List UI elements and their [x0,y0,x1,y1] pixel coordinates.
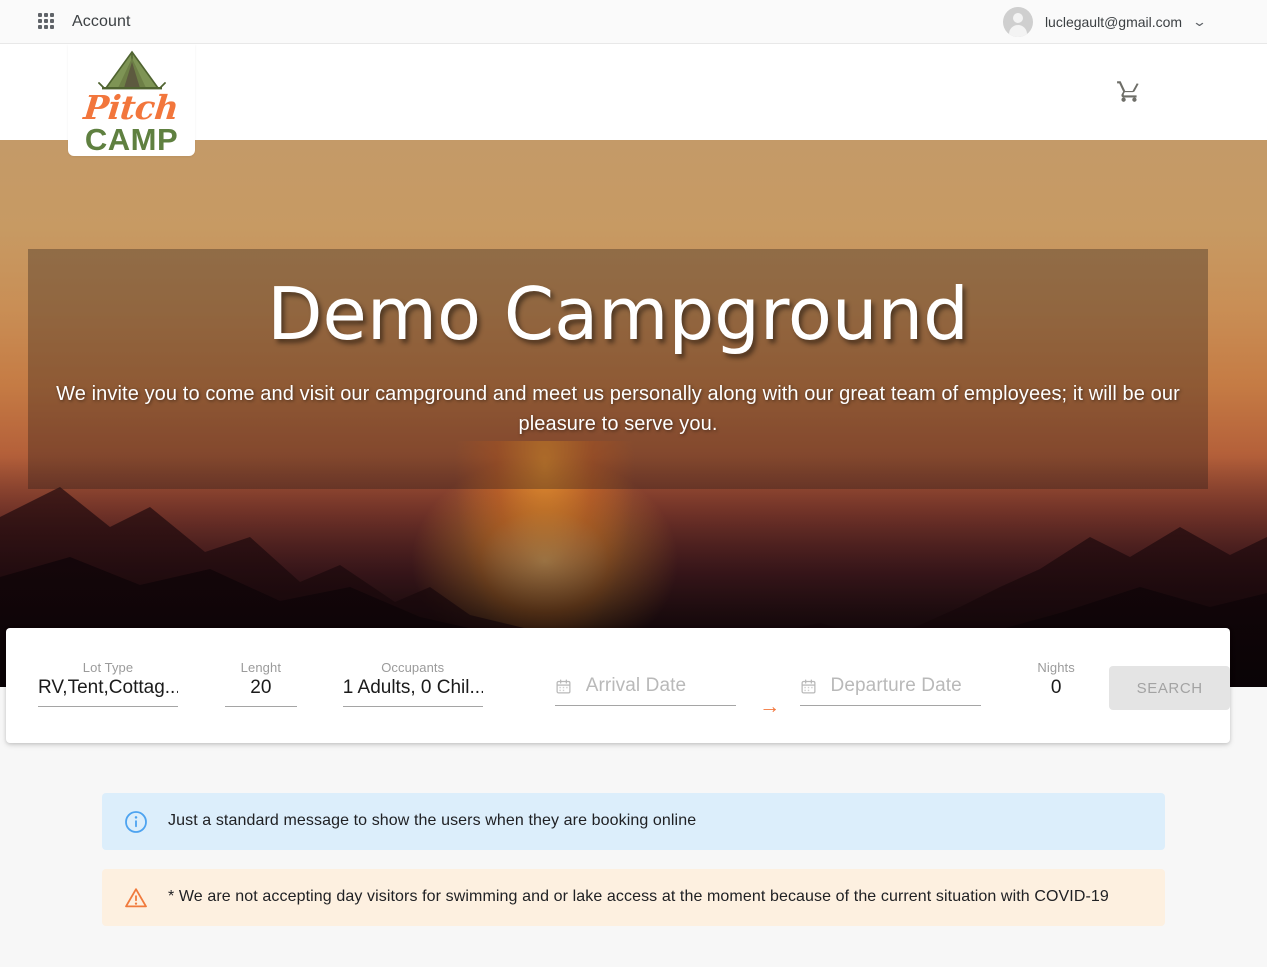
length-underline [225,706,297,707]
hero-text-panel: Demo Campground We invite you to come an… [28,249,1208,489]
hero-banner: Demo Campground We invite you to come an… [0,140,1267,687]
account-label[interactable]: Account [72,13,131,31]
browser-account-topbar: Account luclegault@gmail.com ⌄ [0,0,1267,44]
nights-field: Nights 0 [1025,660,1087,706]
arrival-date-placeholder[interactable]: Arrival Date [586,675,686,697]
lot-type-value[interactable]: RV,Tent,Cottag... [38,677,178,706]
lot-type-field[interactable]: Lot Type RV,Tent,Cottag... [38,660,178,707]
arrival-date-field[interactable]: Arrival Date [554,675,737,706]
topbar-right-group[interactable]: luclegault@gmail.com ⌄ [1002,6,1207,37]
calendar-icon [800,678,817,695]
departure-date-placeholder[interactable]: Departure Date [831,675,962,697]
occupants-value[interactable]: 1 Adults, 0 Chil... [343,677,483,706]
hero-subtitle: We invite you to come and visit our camp… [56,382,1180,435]
warning-triangle-icon [124,886,148,910]
info-circle-icon [124,810,148,834]
logo-pitch-text: Pitch [82,88,181,127]
user-email-label: luclegault@gmail.com [1044,13,1183,30]
info-alert-text: Just a standard message to show the user… [168,812,697,829]
logo-camp-text: CAMP [84,122,179,157]
departure-date-field[interactable]: Departure Date [799,675,981,706]
nights-label: Nights [1037,660,1075,675]
calendar-icon [555,678,572,695]
chevron-down-icon[interactable]: ⌄ [1192,14,1207,30]
occupants-underline [342,706,483,707]
shopping-cart-icon[interactable] [1115,78,1143,104]
apps-grid-icon[interactable] [38,12,56,31]
warning-alert-text: * We are not accepting day visitors for … [168,888,1109,905]
warning-alert: * We are not accepting day visitors for … [102,869,1165,926]
occupants-label: Occupants [381,660,445,675]
nights-value: 0 [1050,677,1062,698]
arrival-date-underline [554,705,737,706]
page-title: Demo Campground [267,272,969,356]
alerts-section: Just a standard message to show the user… [102,793,1165,926]
length-value[interactable]: 20 [225,677,297,706]
tent-icon [96,50,168,92]
site-logo[interactable]: Pitch CAMP [68,44,195,156]
search-button[interactable]: SEARCH [1109,666,1230,710]
date-range-arrow-icon: → [759,695,781,718]
info-alert: Just a standard message to show the user… [102,793,1165,850]
avatar[interactable] [1002,6,1033,37]
lot-type-label: Lot Type [82,660,134,675]
departure-date-underline [799,705,981,706]
lot-type-underline [38,706,178,707]
length-field[interactable]: Lenght 20 [225,660,297,707]
topbar-left-group: Account [38,12,131,31]
occupants-field[interactable]: Occupants 1 Adults, 0 Chil... [342,660,483,707]
booking-search-bar: Lot Type RV,Tent,Cottag... Lenght 20 Occ… [6,628,1230,743]
length-label: Lenght [240,660,282,675]
